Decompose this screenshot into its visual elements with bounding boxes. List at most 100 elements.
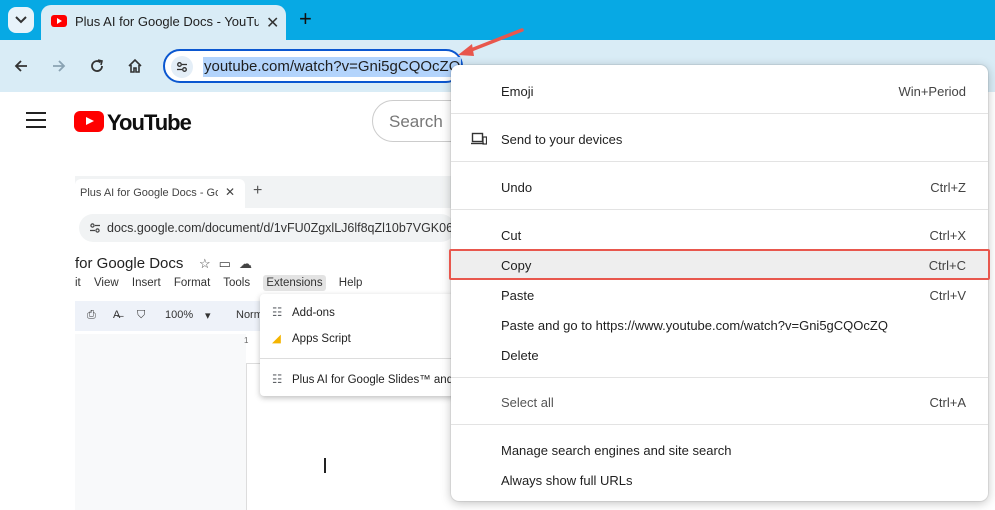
menu-item-always-show-full-urls[interactable]: Always show full URLs — [451, 466, 988, 494]
menu-item-undo[interactable]: Undo Ctrl+Z — [451, 173, 988, 201]
video-menu-item-extensions: Extensions — [263, 275, 326, 291]
video-menu-item: View — [93, 277, 119, 289]
video-page-background — [75, 334, 246, 510]
menu-icon — [26, 112, 46, 128]
video-menu-item: Help — [338, 277, 363, 289]
menu-item-label: Manage search engines and site search — [501, 443, 732, 458]
video-dropdown-item: ◢ Apps Script — [272, 331, 351, 345]
menu-item-label: Copy — [501, 258, 532, 273]
home-icon — [128, 58, 142, 73]
tab-title: Plus AI for Google Docs - YouTube — [75, 14, 259, 29]
menu-item-label: Delete — [501, 348, 539, 363]
menu-item-shortcut: Ctrl+V — [929, 288, 966, 303]
menu-item-shortcut: Win+Period — [898, 84, 966, 99]
paint-format-icon: ⛉ — [137, 309, 146, 321]
browser-tab[interactable]: Plus AI for Google Docs - YouTube ✕ — [41, 5, 286, 40]
video-address-pill: docs.google.com/document/d/1vFU0ZgxlLJ6l… — [79, 214, 455, 242]
video-extensions-dropdown: ☷ Add-ons ◢ Apps Script ☷ Plus AI for Googl… — [260, 294, 455, 396]
menu-item-label: Paste and go to https://www.youtube.com/… — [501, 318, 888, 333]
print-icon: ⎙ — [87, 309, 96, 321]
menu-item-shortcut: Ctrl+A — [929, 395, 966, 410]
menu-item-label: Cut — [501, 228, 522, 243]
menu-item-emoji[interactable]: Emoji Win+Period — [451, 77, 988, 105]
menu-item-label: Select all — [501, 395, 554, 410]
context-menu: Emoji Win+Period Send to your devices Un… — [449, 65, 990, 501]
search-placeholder: Search — [389, 112, 443, 131]
spellcheck-icon: A̶ — [113, 309, 121, 321]
video-player[interactable]: Plus AI for Google Docs - Google Docs ✕ … — [75, 176, 455, 510]
apps-script-icon: ◢ — [272, 333, 281, 345]
devices-icon — [471, 132, 487, 145]
menu-item-label: Always show full URLs — [501, 473, 633, 488]
youtube-logo-text[interactable]: YouTube — [107, 110, 192, 136]
video-tab-close-icon: ✕ — [225, 185, 236, 199]
divider — [260, 358, 455, 359]
menu-item-send-to-devices[interactable]: Send to your devices — [451, 125, 988, 153]
tab-search-button[interactable] — [8, 7, 34, 33]
menu-item-label: Undo — [501, 180, 533, 195]
annotation-arrow-icon — [458, 28, 524, 56]
video-dropdown-item: ☷ Plus AI for Google Slides™ and — [272, 372, 453, 386]
youtube-logo-icon[interactable] — [74, 111, 104, 132]
plus-ai-icon: ☷ — [272, 374, 283, 386]
menu-item-select-all[interactable]: Select all Ctrl+A — [451, 388, 988, 416]
video-dropdown-item: ☷ Add-ons — [272, 305, 335, 319]
tab-close-icon[interactable]: ✕ — [266, 13, 279, 33]
video-dropdown-label: Apps Script — [292, 333, 351, 345]
chevron-down-icon — [15, 16, 27, 24]
video-tab-title: Plus AI for Google Docs - Google Docs — [80, 187, 218, 199]
video-zoom-value: 100% — [165, 309, 194, 321]
video-ruler-mark: 1 — [244, 336, 249, 345]
video-menubar: it View Insert Format Tools Extensions H… — [75, 275, 372, 291]
menu-item-copy[interactable]: Copy Ctrl+C — [449, 249, 990, 280]
menu-item-cut[interactable]: Cut Ctrl+X — [451, 221, 988, 249]
video-new-tab-icon: + — [253, 182, 263, 199]
menu-item-manage-search-engines[interactable]: Manage search engines and site search — [451, 436, 988, 464]
video-address-bar: docs.google.com/document/d/1vFU0ZgxlLJ6l… — [75, 210, 455, 244]
hamburger-menu-button[interactable] — [26, 112, 46, 133]
back-button[interactable] — [9, 54, 33, 78]
video-browser-tab: Plus AI for Google Docs - Google Docs ✕ — [75, 179, 245, 208]
arrow-left-icon — [14, 60, 27, 72]
video-menu-item: Format — [173, 277, 211, 289]
menu-item-label: Paste — [501, 288, 535, 303]
menu-item-delete[interactable]: Delete — [451, 341, 988, 369]
divider — [451, 424, 988, 425]
video-style-value: Norm — [236, 309, 263, 321]
youtube-favicon-icon — [51, 15, 67, 27]
divider — [451, 377, 988, 378]
menu-item-label: Send to your devices — [501, 132, 623, 147]
video-menu-item: Tools — [223, 277, 251, 289]
video-menu-item: it — [75, 277, 81, 289]
menu-item-paste[interactable]: Paste Ctrl+V — [451, 281, 988, 309]
text-cursor — [324, 458, 326, 473]
menu-item-shortcut: Ctrl+C — [928, 258, 966, 273]
home-button[interactable] — [123, 54, 147, 78]
star-icon: ☆ — [199, 256, 219, 271]
video-tab-strip: Plus AI for Google Docs - Google Docs ✕ … — [75, 176, 455, 208]
video-dropdown-label: Plus AI for Google Slides™ and — [292, 374, 454, 386]
menu-item-shortcut: Ctrl+X — [929, 228, 966, 243]
video-dropdown-label: Add-ons — [292, 307, 335, 319]
video-url-text: docs.google.com/document/d/1vFU0ZgxlLJ6l… — [107, 221, 455, 235]
video-menu-item: Insert — [131, 277, 161, 289]
menu-item-shortcut: Ctrl+Z — [930, 180, 966, 195]
new-tab-button[interactable]: + — [299, 7, 312, 31]
video-doc-title-icons: ☆▭☁ — [199, 256, 260, 272]
tune-icon — [177, 62, 187, 72]
arrow-right-icon — [53, 60, 66, 72]
address-bar[interactable]: youtube.com/watch?v=Gni5gCQOcZQ — [163, 49, 463, 83]
divider — [451, 161, 988, 162]
menu-item-label: Emoji — [501, 84, 534, 99]
reload-button[interactable] — [85, 54, 109, 78]
divider — [451, 113, 988, 114]
url-text[interactable]: youtube.com/watch?v=Gni5gCQOcZQ — [203, 57, 462, 77]
reload-icon — [91, 59, 103, 72]
dropdown-arrow-icon: ▾ — [205, 310, 211, 322]
tune-icon — [90, 223, 100, 233]
forward-button[interactable] — [47, 54, 71, 78]
divider — [451, 209, 988, 210]
site-info-button[interactable] — [171, 56, 193, 78]
folder-icon: ▭ — [218, 256, 239, 271]
menu-item-paste-and-go[interactable]: Paste and go to https://www.youtube.com/… — [451, 311, 988, 339]
